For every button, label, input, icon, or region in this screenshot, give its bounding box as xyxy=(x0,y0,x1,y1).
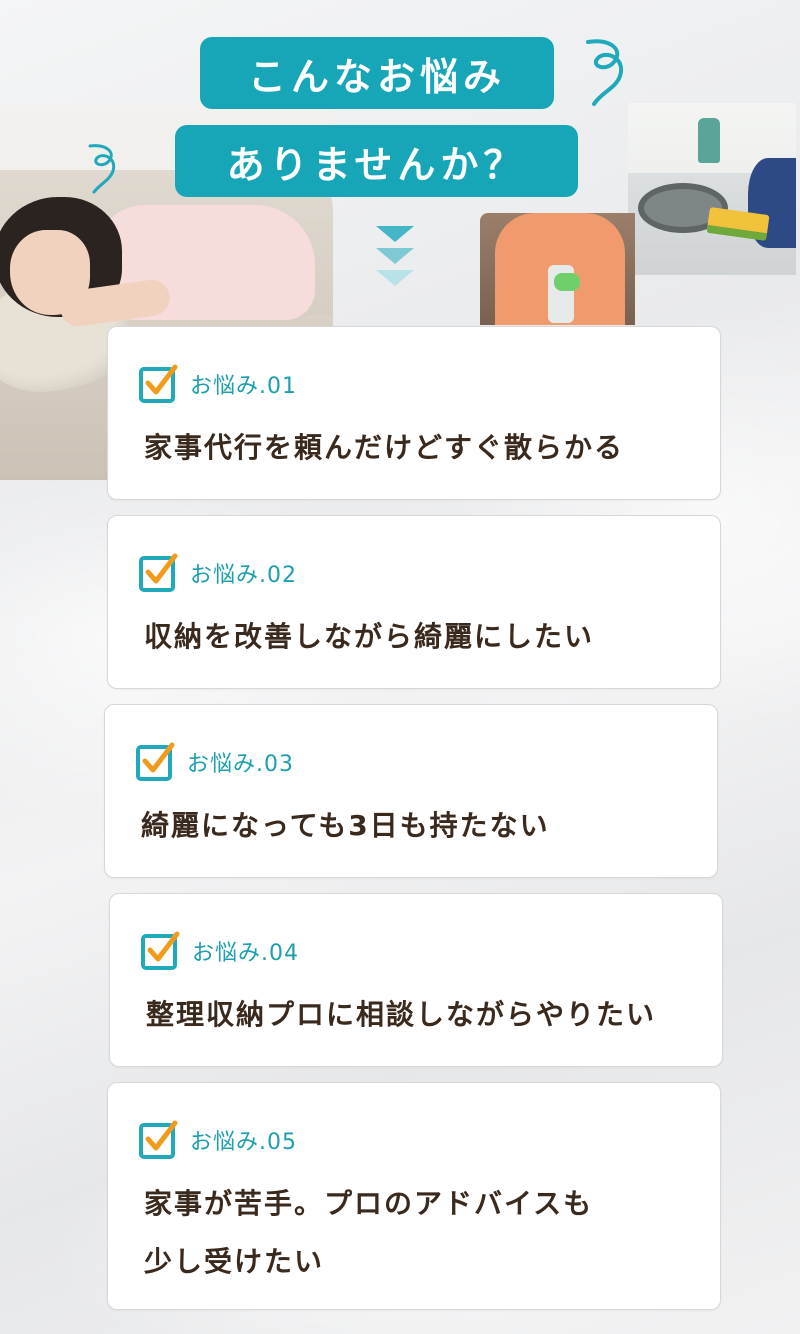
chevron-down-icon xyxy=(376,226,414,286)
headline-line-1: こんなお悩み xyxy=(200,37,554,109)
swirl-decoration-icon xyxy=(88,144,116,194)
checkbox-checked-icon xyxy=(139,553,178,592)
worry-text-line: 綺麗になっても3日も持たない xyxy=(141,809,550,842)
checkbox-checked-icon xyxy=(136,742,175,781)
worry-number: お悩み.04 xyxy=(192,941,299,966)
worry-number: お悩み.05 xyxy=(190,1130,297,1155)
checkbox-checked-icon xyxy=(141,931,180,970)
worry-label: お悩み.03 xyxy=(135,741,294,783)
worry-card-05: お悩み.05 家事が苦手。プロのアドバイスも 少し受けたい xyxy=(107,1082,721,1310)
worry-label: お悩み.05 xyxy=(138,1119,297,1161)
worry-label: お悩み.04 xyxy=(140,930,299,972)
worry-card-01: お悩み.01 家事代行を頼んだけどすぐ散らかる xyxy=(107,326,721,500)
worry-number: お悩み.02 xyxy=(190,563,297,588)
checkbox-checked-icon xyxy=(139,364,178,403)
worry-text-line: 整理収納プロに相談しながらやりたい xyxy=(146,998,657,1031)
worry-text-line: 家事が苦手。プロのアドバイスも xyxy=(144,1187,594,1220)
person-cleaning-with-spray-photo xyxy=(480,213,635,325)
worry-text-line: 少し受けたい xyxy=(144,1245,325,1278)
dishes-in-sink-photo xyxy=(628,103,796,275)
worry-text: 家事代行を頼んだけどすぐ散らかる xyxy=(144,419,624,477)
worry-card-03: お悩み.03 綺麗になっても3日も持たない xyxy=(104,704,718,878)
worry-card-04: お悩み.04 整理収納プロに相談しながらやりたい xyxy=(109,893,723,1067)
worry-text: 収納を改善しながら綺麗にしたい xyxy=(144,608,594,666)
worry-number: お悩み.03 xyxy=(187,752,294,777)
swirl-decoration-icon xyxy=(586,39,624,106)
worry-label: お悩み.02 xyxy=(138,552,297,594)
worry-label: お悩み.01 xyxy=(138,363,297,405)
worry-text: 家事が苦手。プロのアドバイスも 少し受けたい xyxy=(144,1175,593,1291)
headline-line-2: ありませんか？ xyxy=(175,125,578,197)
worry-card-02: お悩み.02 収納を改善しながら綺麗にしたい xyxy=(107,515,721,689)
worry-number: お悩み.01 xyxy=(190,374,297,399)
worry-text-line: 収納を改善しながら綺麗にしたい xyxy=(144,620,595,653)
checkbox-checked-icon xyxy=(139,1120,178,1159)
worry-text: 整理収納プロに相談しながらやりたい xyxy=(146,986,656,1044)
worry-text: 綺麗になっても3日も持たない xyxy=(141,797,550,855)
worry-text-line: 家事代行を頼んだけどすぐ散らかる xyxy=(144,431,625,464)
